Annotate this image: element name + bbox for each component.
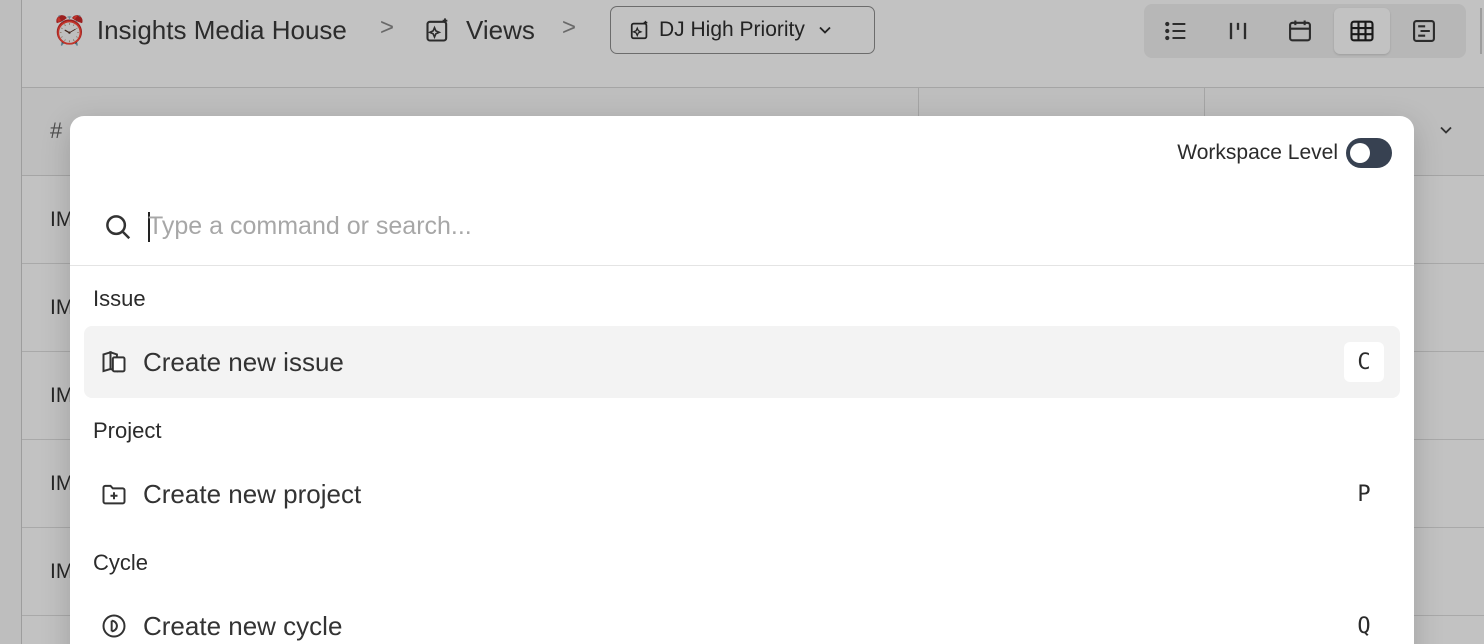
command-label: Create new project — [143, 478, 362, 509]
command-search-input[interactable] — [148, 206, 1248, 247]
create-new-cycle-command[interactable]: Create new cycle Q — [84, 590, 1400, 644]
toggle-knob — [1350, 143, 1370, 163]
workspace-level-label: Workspace Level — [1177, 141, 1338, 164]
group-title-project: Project — [93, 418, 162, 443]
command-palette-modal: Workspace Level Issue Create new issue C… — [70, 116, 1414, 644]
group-title-cycle: Cycle — [93, 550, 149, 575]
cycle-icon — [100, 612, 128, 640]
workspace-level-toggle[interactable] — [1346, 138, 1392, 168]
search-icon — [102, 211, 134, 243]
create-new-issue-command[interactable]: Create new issue C — [84, 326, 1400, 398]
command-label: Create new cycle — [143, 610, 343, 641]
search-row — [70, 188, 1414, 266]
folder-plus-icon — [100, 480, 128, 508]
workspace-level-toggle-row: Workspace Level — [1177, 138, 1392, 168]
issues-stack-icon — [100, 348, 128, 376]
shortcut-key: C — [1344, 342, 1384, 382]
group-title-issue: Issue — [93, 286, 146, 311]
shortcut-key: Q — [1357, 613, 1371, 639]
shortcut-key: P — [1357, 481, 1371, 507]
create-new-project-command[interactable]: Create new project P — [84, 458, 1400, 530]
command-label: Create new issue — [143, 346, 344, 377]
